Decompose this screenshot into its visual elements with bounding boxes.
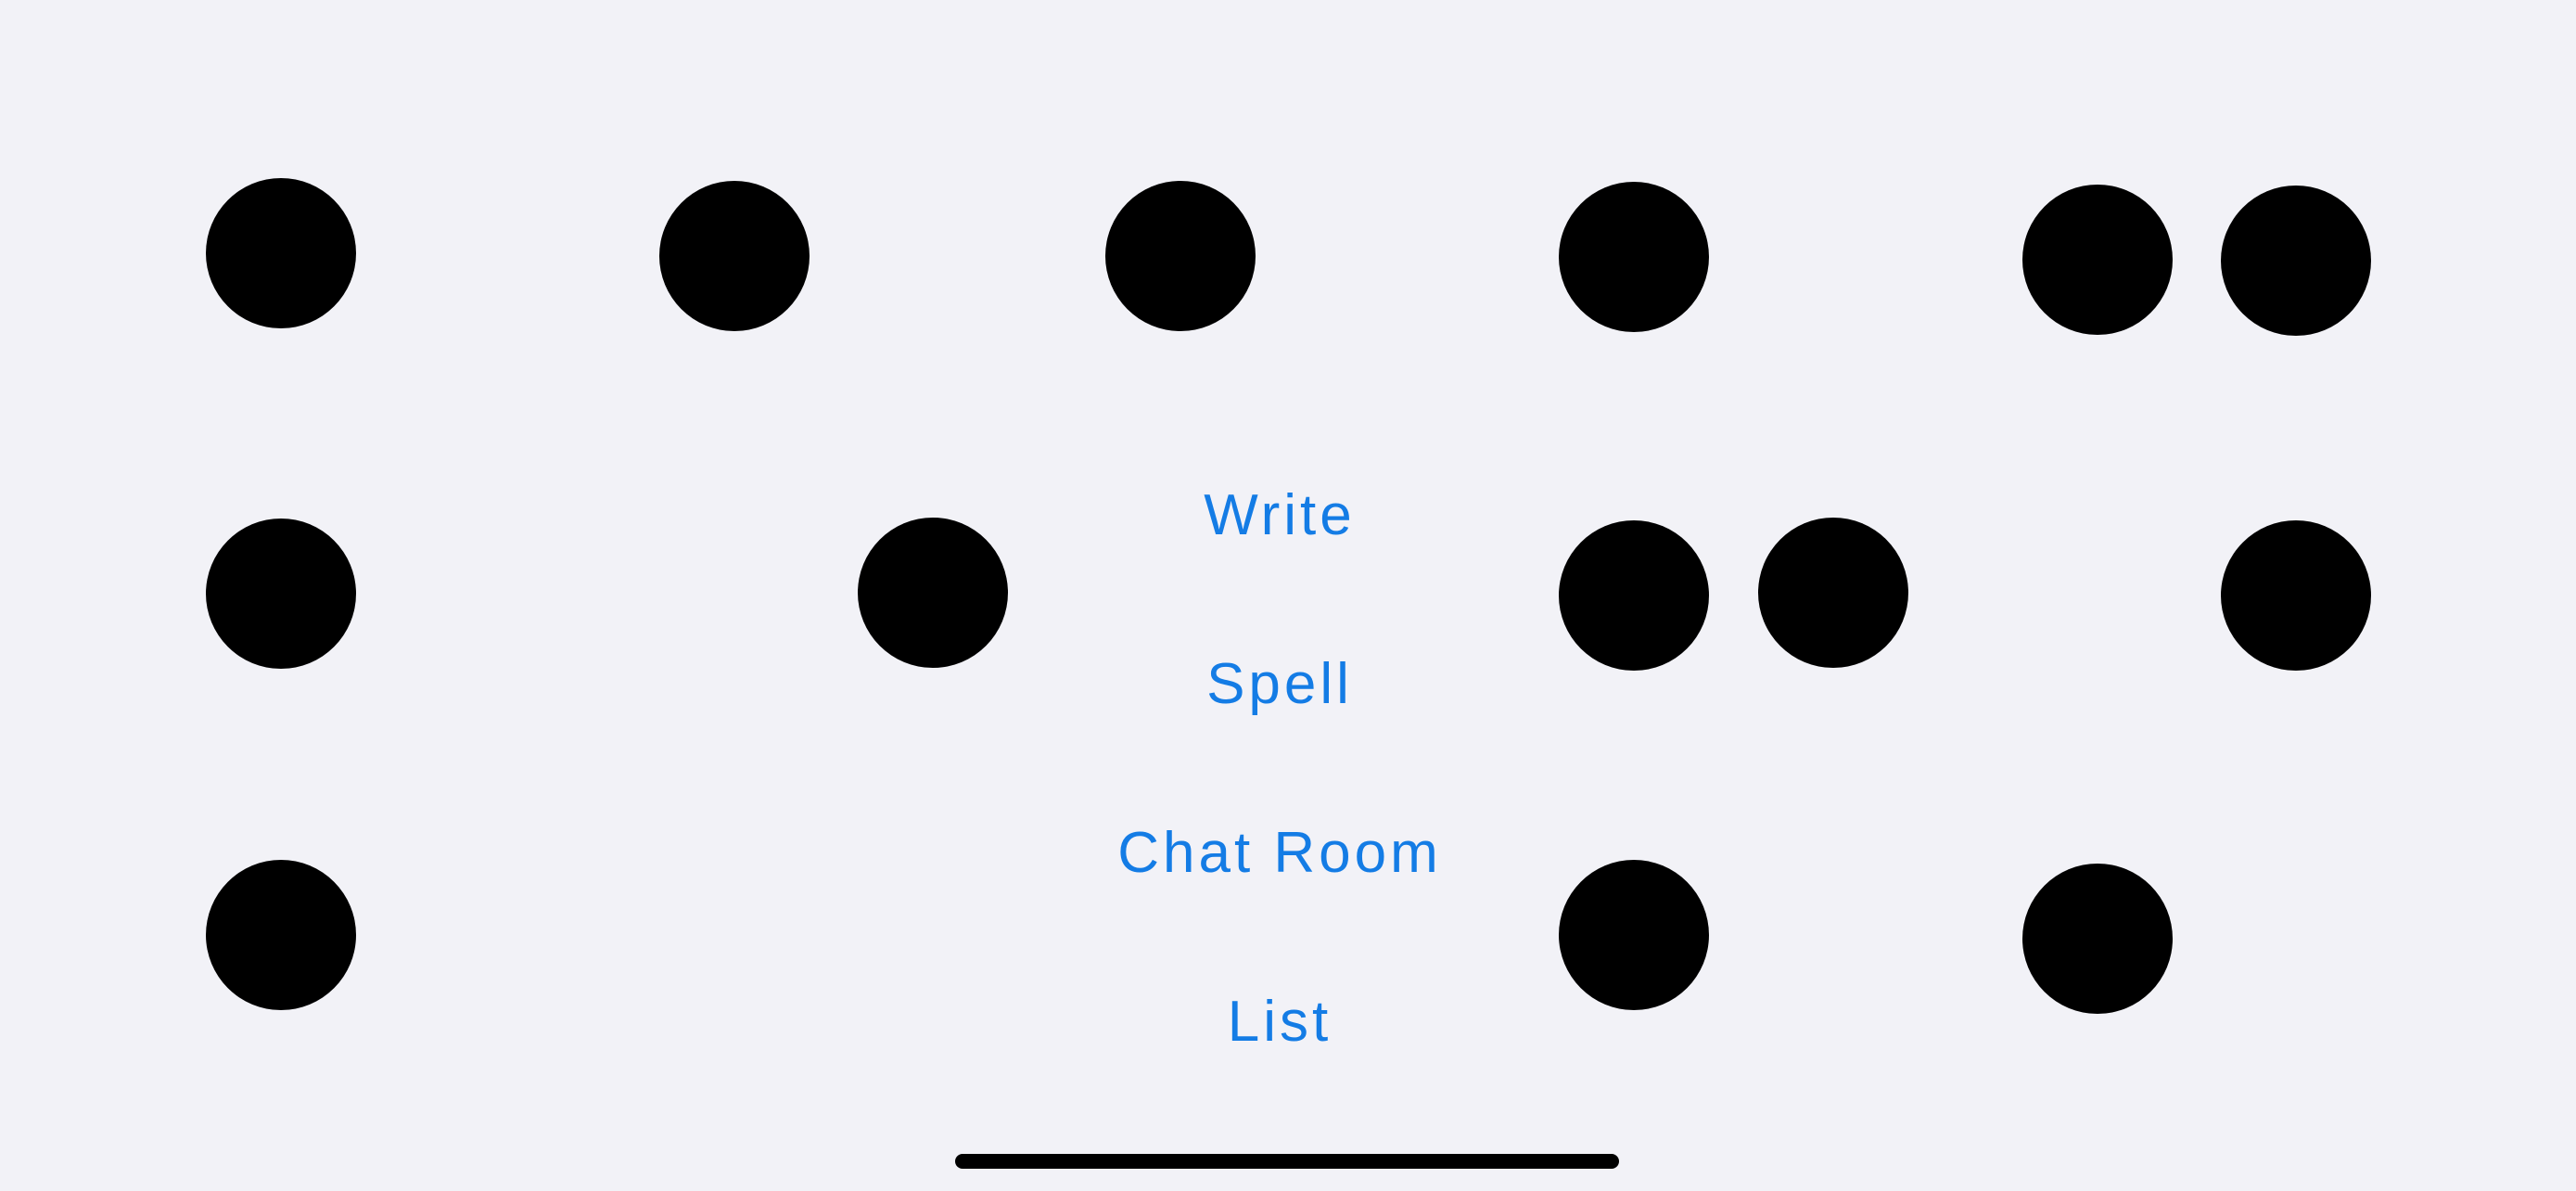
- braille-dot[interactable]: [206, 519, 356, 669]
- spell-button[interactable]: Spell: [1206, 651, 1353, 718]
- braille-dot[interactable]: [2221, 186, 2371, 336]
- write-button[interactable]: Write: [1204, 482, 1356, 549]
- home-indicator[interactable]: [955, 1154, 1619, 1169]
- braille-dot[interactable]: [1758, 518, 1908, 668]
- main-menu: Write Spell Chat Room List: [1094, 482, 1465, 1056]
- list-button[interactable]: List: [1228, 989, 1332, 1056]
- braille-dot[interactable]: [1559, 520, 1709, 671]
- braille-dot[interactable]: [2221, 520, 2371, 671]
- braille-dot[interactable]: [2022, 185, 2173, 335]
- braille-dot[interactable]: [858, 518, 1008, 668]
- chat-room-button[interactable]: Chat Room: [1117, 820, 1442, 887]
- braille-dot[interactable]: [1105, 181, 1256, 331]
- braille-dot[interactable]: [206, 178, 356, 328]
- braille-dot[interactable]: [1559, 182, 1709, 332]
- braille-dot[interactable]: [1559, 860, 1709, 1010]
- braille-dot[interactable]: [206, 860, 356, 1010]
- braille-dot[interactable]: [2022, 864, 2173, 1014]
- braille-dot[interactable]: [659, 181, 810, 331]
